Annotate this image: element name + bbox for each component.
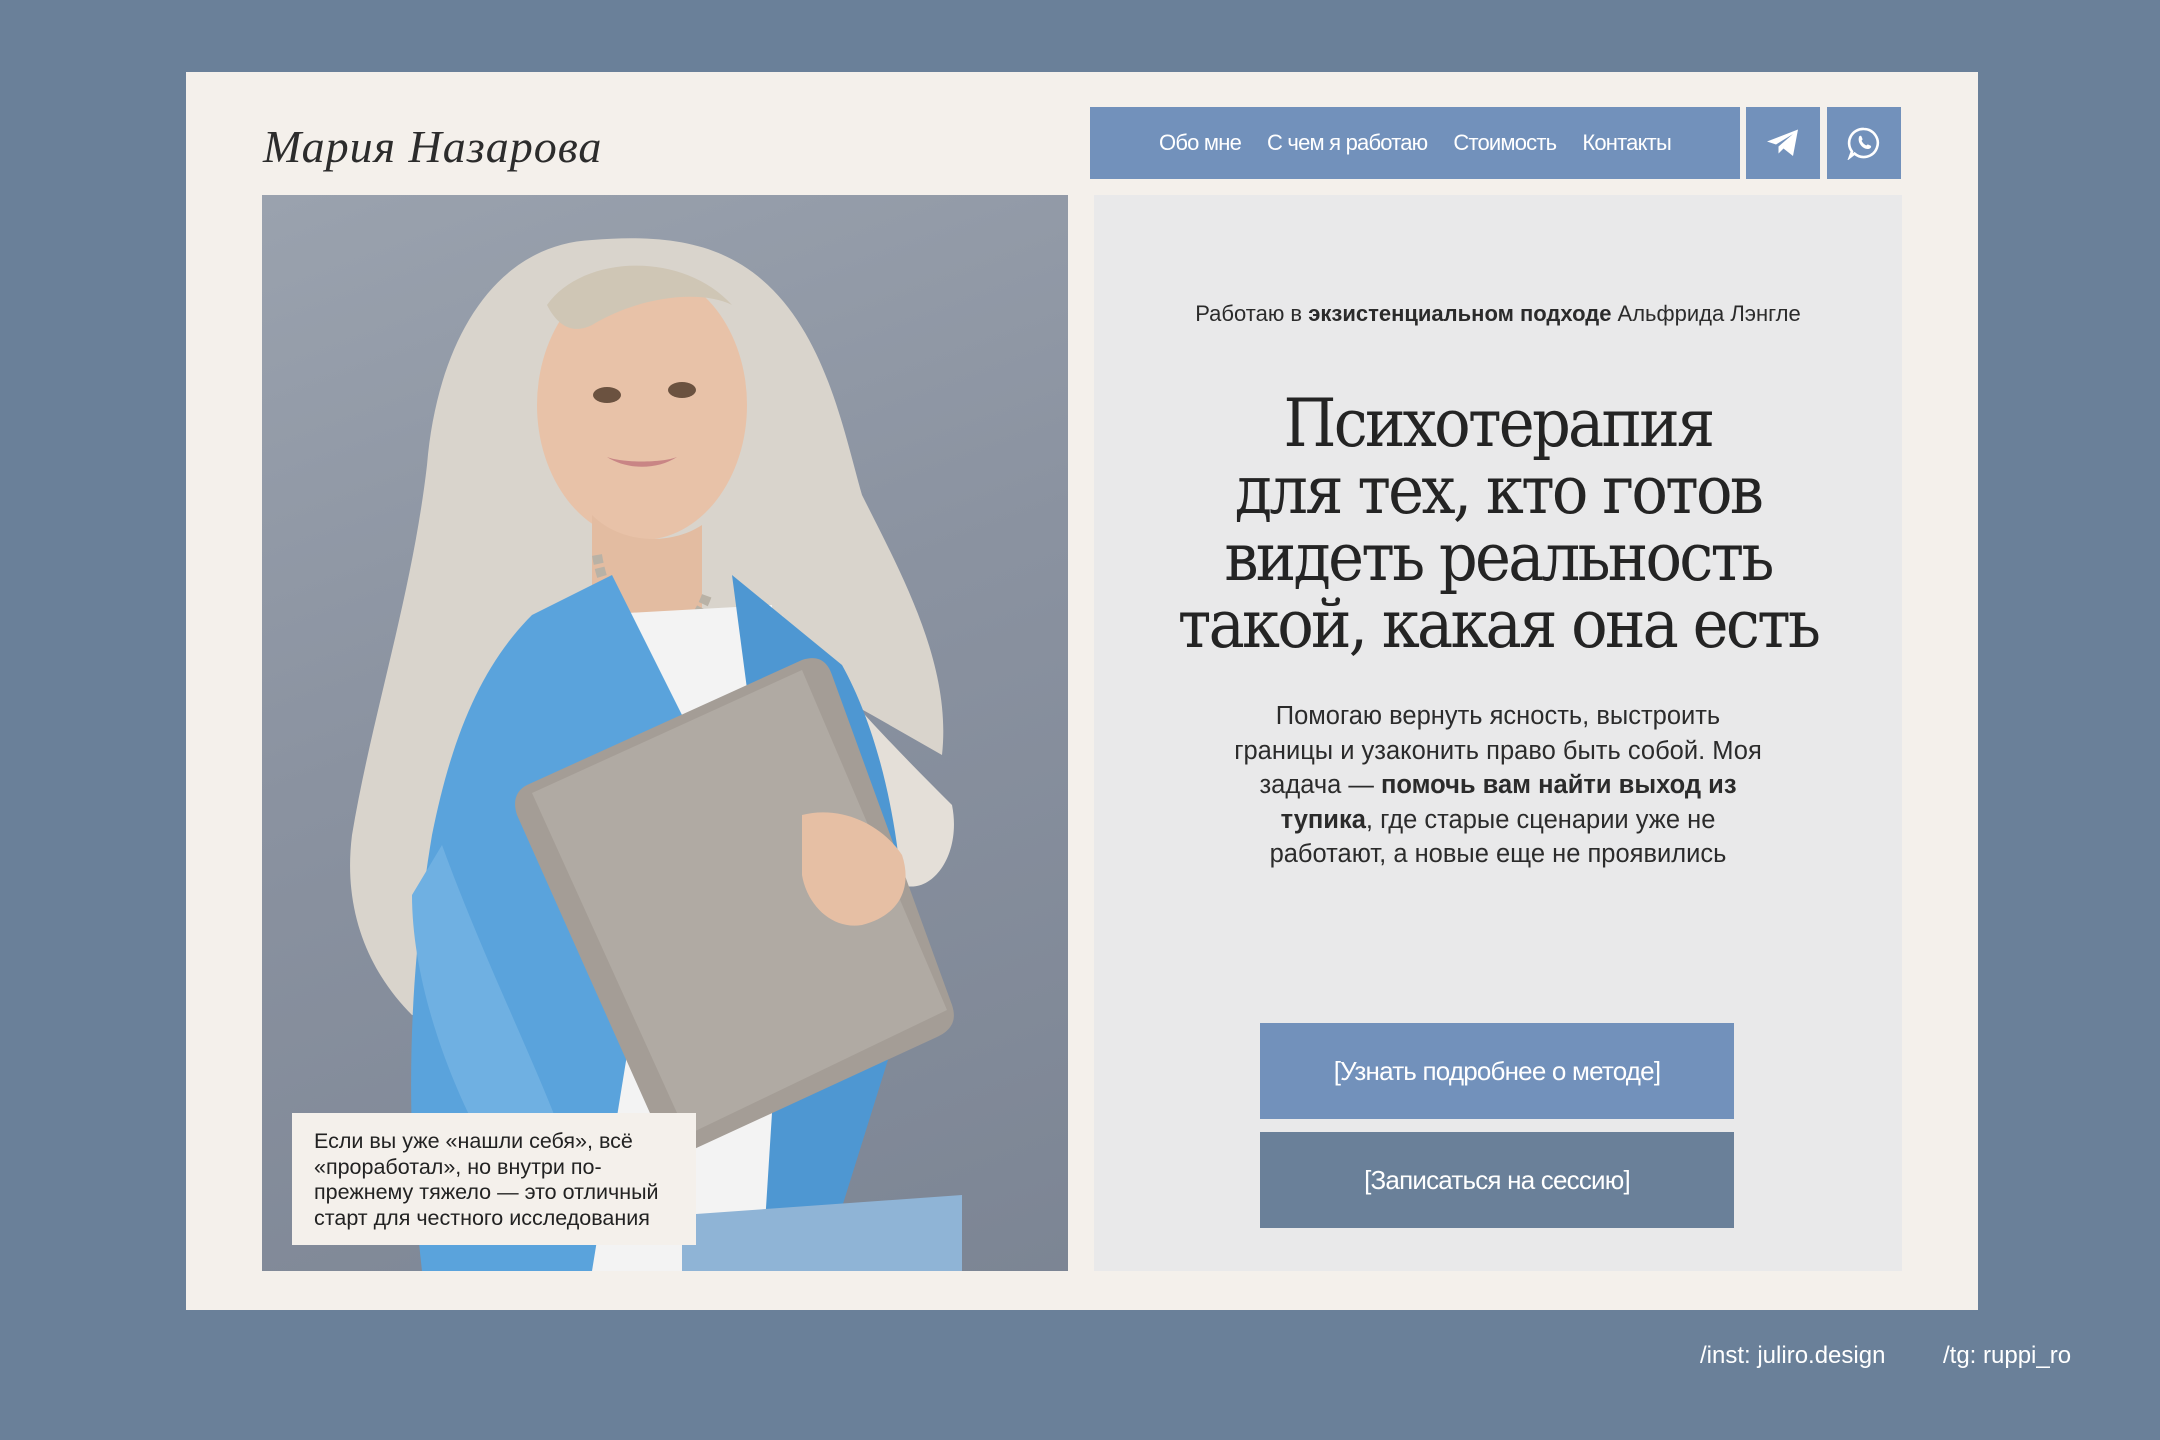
nav-item-topics[interactable]: С чем я работаю bbox=[1267, 130, 1428, 156]
approach-text: Работаю в экзистенциальном подходе Альфр… bbox=[1094, 301, 1902, 327]
nav-item-price[interactable]: Стоимость bbox=[1453, 130, 1557, 156]
portrait-photo: Если вы уже «нашли себя», всё «проработа… bbox=[262, 195, 1068, 1271]
headline-line: видеть реальность bbox=[1224, 519, 1774, 596]
book-session-button[interactable]: [Записаться на сессию] bbox=[1260, 1132, 1734, 1228]
hero-headline: Психотерапия для тех, кто готов видеть р… bbox=[1126, 390, 1869, 658]
instagram-credit[interactable]: /inst: juliro.design bbox=[1700, 1342, 1885, 1370]
site-logo[interactable]: Мария Назарова bbox=[263, 120, 602, 173]
photo-caption: Если вы уже «нашли себя», всё «проработа… bbox=[292, 1113, 696, 1245]
learn-method-button[interactable]: [Узнать подробнее о методе] bbox=[1260, 1023, 1734, 1119]
page-frame: Мария Назарова Обо мне С чем я работаю С… bbox=[186, 72, 1978, 1310]
nav-item-contacts[interactable]: Контакты bbox=[1582, 130, 1671, 156]
whatsapp-button[interactable] bbox=[1827, 107, 1901, 179]
headline-line: для тех, кто готов bbox=[1234, 452, 1764, 529]
nav-item-about[interactable]: Обо мне bbox=[1159, 130, 1242, 156]
headline-line: Психотерапия bbox=[1283, 385, 1716, 462]
telegram-icon bbox=[1767, 129, 1798, 156]
telegram-credit[interactable]: /tg: ruppi_ro bbox=[1943, 1342, 2071, 1370]
portrait-illustration bbox=[350, 238, 962, 1271]
hero-panel: Работаю в экзистенциальном подходе Альфр… bbox=[1094, 195, 1902, 1271]
telegram-button[interactable] bbox=[1746, 107, 1820, 179]
hero-description: Помогаю вернуть ясность, выстроить грани… bbox=[1234, 699, 1762, 872]
approach-prefix: Работаю в bbox=[1195, 301, 1309, 326]
approach-bold: экзистенциальном подходе bbox=[1308, 301, 1612, 326]
main-nav: Обо мне С чем я работаю Стоимость Контак… bbox=[1090, 107, 1740, 179]
approach-suffix: Альфрида Лэнгле bbox=[1611, 301, 1801, 326]
whatsapp-icon bbox=[1847, 127, 1880, 160]
headline-line: такой, какая она есть bbox=[1177, 586, 1821, 663]
